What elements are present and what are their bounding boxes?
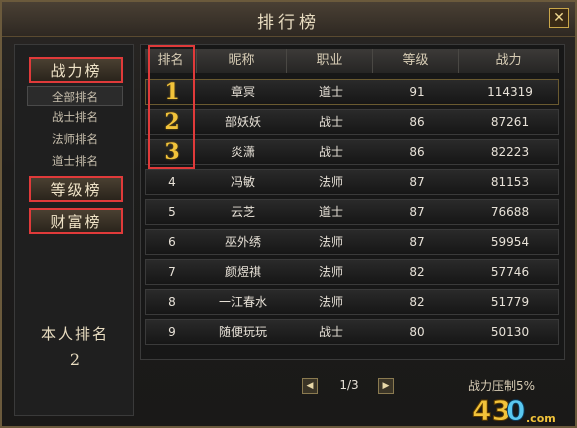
cell-name: 炎潇 [230,145,255,159]
cell-class: 法师 [318,235,343,249]
table-row[interactable]: 2 部妖妖 战士 86 87261 [145,109,559,135]
header-rank[interactable]: 排名 [145,49,197,73]
close-button[interactable]: ✕ [549,8,569,28]
cell-power: 76688 [490,205,530,219]
table-row[interactable]: 9 随便玩玩 战士 80 50130 [145,319,559,345]
subitem-taoist[interactable]: 道士排名 [27,151,123,171]
cell-power: 51779 [490,295,530,309]
cell-name: 云芝 [230,205,255,219]
next-page-button[interactable]: ▶ [378,378,394,394]
cell-name: 章冥 [230,85,255,99]
table-row[interactable]: 6 巫外绣 法师 87 59954 [145,229,559,255]
cell-rank: 2 [164,109,180,135]
cell-level: 82 [409,265,425,279]
site-watermark-logo: 43 0 .com [472,394,556,428]
cell-rank: 7 [168,265,176,279]
table-row[interactable]: 7 颜煜祺 法师 82 57746 [145,259,559,285]
subitem-all[interactable]: 全部排名 [27,86,123,106]
tab-wealth-ranking[interactable]: 财富榜 [29,208,123,234]
cell-rank: 8 [168,295,176,309]
cell-rank: 1 [164,79,180,105]
table-row[interactable]: 5 云芝 道士 87 76688 [145,199,559,225]
cell-name: 部妖妖 [224,115,261,129]
cell-rank: 6 [168,235,176,249]
cell-class: 战士 [318,145,343,159]
cell-name: 颜煜祺 [224,265,261,279]
tab-power-ranking[interactable]: 战力榜 [29,57,123,83]
subitem-warrior[interactable]: 战士排名 [27,107,123,127]
ranking-window: 排行榜 ✕ 战力榜 全部排名 战士排名 法师排名 道士排名 等级榜 财富榜 本人… [0,0,577,428]
cell-power: 87261 [490,115,530,129]
table-row[interactable]: 4 冯敏 法师 87 81153 [145,169,559,195]
cell-class: 道士 [318,85,343,99]
cell-level: 82 [409,295,425,309]
page-indicator: 1/3 [339,378,359,392]
cell-class: 战士 [318,325,343,339]
cell-class: 法师 [318,175,343,189]
table-header: 排名 昵称 职业 等级 战力 [141,49,564,73]
svg-text:0: 0 [506,394,525,427]
cell-level: 86 [409,115,425,129]
cell-rank: 4 [168,175,176,189]
cell-name: 冯敏 [230,175,255,189]
cell-class: 道士 [318,205,343,219]
title-bar: 排行榜 ✕ [2,2,575,37]
self-rank-box: 本人排名 2 [29,323,121,369]
table-row[interactable]: 1 章冥 道士 91 114319 [145,79,559,105]
self-rank-value: 2 [69,350,81,369]
header-class[interactable]: 职业 [287,49,373,73]
svg-text:.com: .com [526,412,556,425]
table-row[interactable]: 8 一江春水 法师 82 51779 [145,289,559,315]
window-title: 排行榜 [257,13,320,33]
cell-rank: 5 [168,205,176,219]
header-level[interactable]: 等级 [373,49,459,73]
prev-page-button[interactable]: ◀ [302,378,318,394]
subitem-mage[interactable]: 法师排名 [27,129,123,149]
self-rank-label: 本人排名 [40,325,109,343]
cell-power: 57746 [490,265,530,279]
cell-power: 114319 [487,85,533,99]
cell-name: 随便玩玩 [218,325,267,339]
cell-level: 87 [409,175,425,189]
cell-level: 91 [409,85,425,99]
ranking-table: 排名 昵称 职业 等级 战力 1 章冥 道士 91 114319 2 部妖妖 战士 86 8726… [140,44,565,360]
cell-power: 81153 [490,175,530,189]
tab-level-ranking[interactable]: 等级榜 [29,176,123,202]
header-power[interactable]: 战力 [459,49,559,73]
cell-class: 法师 [318,265,343,279]
cell-class: 法师 [318,295,343,309]
cell-rank: 9 [168,325,176,339]
cell-power: 59954 [490,235,530,249]
cell-name: 巫外绣 [224,235,261,249]
cell-power: 50130 [490,325,530,339]
cell-level: 87 [409,235,425,249]
cell-level: 87 [409,205,425,219]
sidebar: 战力榜 全部排名 战士排名 法师排名 道士排名 等级榜 财富榜 本人排名 2 [14,44,134,416]
cell-level: 86 [409,145,425,159]
cell-power: 82223 [490,145,530,159]
table-row[interactable]: 3 炎潇 战士 86 82223 [145,139,559,165]
cell-rank: 3 [164,139,180,165]
cell-class: 战士 [318,115,343,129]
cell-name: 一江春水 [218,295,267,309]
header-nickname[interactable]: 昵称 [197,49,287,73]
cell-level: 80 [409,325,425,339]
